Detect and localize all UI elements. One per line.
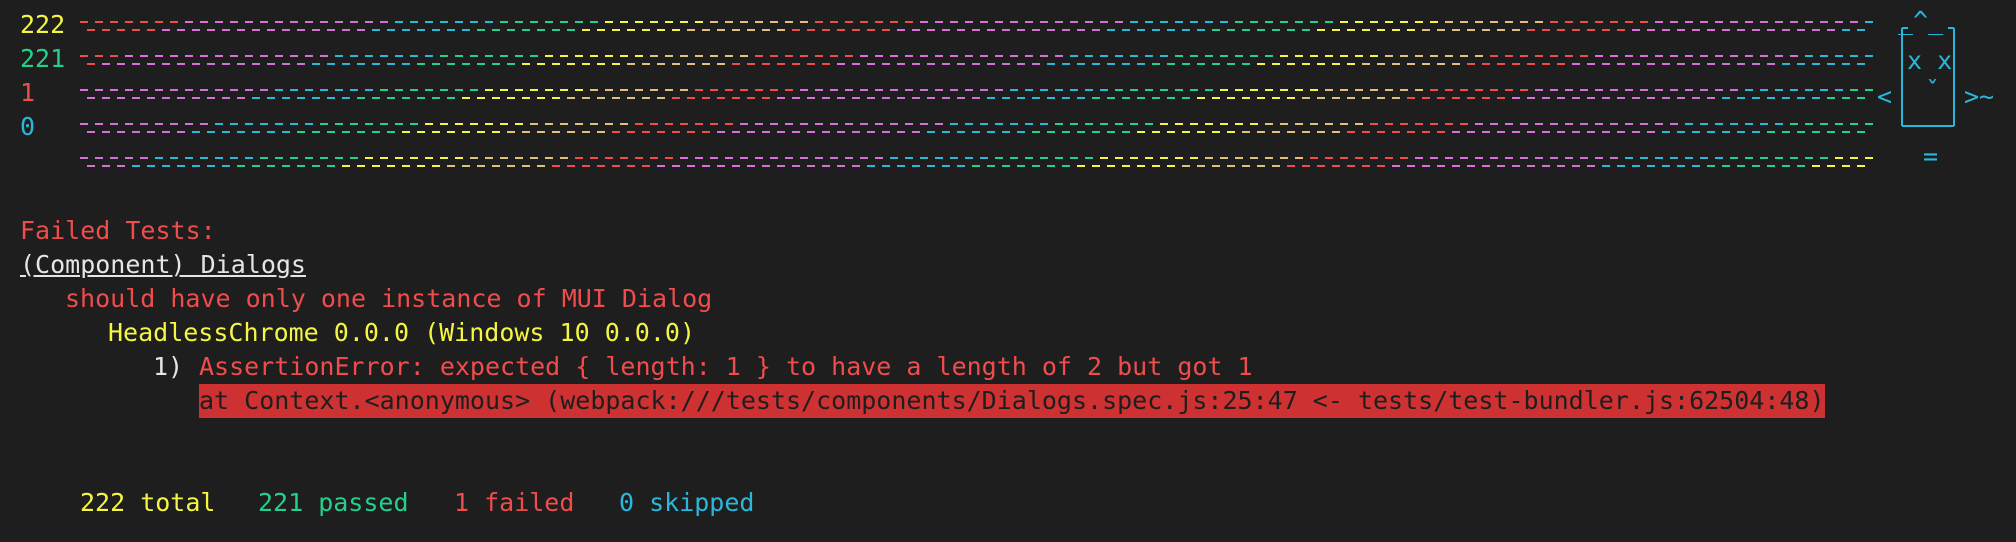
test-name: should have only one instance of MUI Dia… xyxy=(65,284,713,313)
summary-total: 222 total xyxy=(80,488,216,517)
failed-tests-header: Failed Tests: xyxy=(20,216,216,245)
error-location: at Context.<anonymous> (webpack:///tests… xyxy=(199,384,1825,418)
nyan-rainbow-trail xyxy=(80,21,1873,167)
cat-base: = xyxy=(1923,142,1939,171)
cat-body xyxy=(1901,27,1955,127)
cat-paw: < xyxy=(1877,82,1893,111)
error-index: 1) xyxy=(153,352,184,381)
suite-name: (Component) Dialogs xyxy=(20,250,306,279)
summary-failed: 1 failed xyxy=(454,488,575,517)
summary-skipped: 0 skipped xyxy=(619,488,755,517)
browser-name: HeadlessChrome 0.0.0 (Windows 10 0.0.0) xyxy=(108,318,695,347)
error-message: AssertionError: expected { length: 1 } t… xyxy=(199,352,1253,381)
summary-passed: 221 passed xyxy=(258,488,409,517)
cat-tail: >~ xyxy=(1964,82,1995,111)
